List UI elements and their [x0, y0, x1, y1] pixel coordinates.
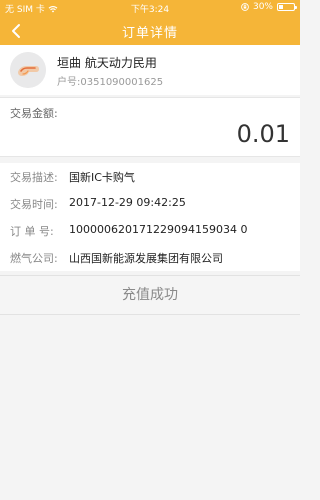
- page-title: 订单详情: [121, 26, 178, 41]
- detail-row-time: 交易时间: 2017-12-29 09:42:25: [0, 190, 300, 216]
- description-value: 国新IC卡购气: [69, 171, 135, 184]
- detail-row-order-number: 订 单 号: 100000620171229094159034 0: [0, 217, 300, 243]
- amount-section: 交易金额: 0.01: [0, 97, 300, 157]
- time-value: 2017-12-29 09:42:25: [69, 196, 186, 209]
- gas-flame-avatar-icon: [10, 52, 46, 88]
- amount-label: 交易金额:: [10, 107, 58, 120]
- battery-fill: [279, 5, 283, 9]
- order-number-value: 100000620171229094159034 0: [69, 223, 248, 236]
- battery-icon: [277, 3, 297, 11]
- time-label: 交易时间:: [10, 198, 58, 211]
- account-name: 垣曲 航天动力民用: [57, 56, 157, 70]
- battery-percent: 30%: [252, 2, 273, 12]
- account-number: 户号:0351090001625: [57, 77, 164, 88]
- recharge-success-button[interactable]: 充值成功: [0, 275, 300, 315]
- detail-row-description: 交易描述: 国新IC卡购气: [0, 163, 300, 189]
- gas-company-value: 山西国新能源发展集团有限公司: [69, 252, 223, 265]
- top-bar: 无 SIM 卡 下午3:24 30% 订单详情: [0, 0, 300, 45]
- amount-value: 0.01: [236, 120, 290, 148]
- description-label: 交易描述:: [10, 171, 58, 184]
- transaction-details: 交易描述: 国新IC卡购气 交易时间: 2017-12-29 09:42:25 …: [0, 163, 300, 271]
- orientation-lock-icon: [241, 3, 249, 11]
- order-number-label: 订 单 号:: [10, 225, 54, 238]
- nav-bar: 订单详情: [0, 16, 300, 45]
- status-bar: 无 SIM 卡 下午3:24 30%: [0, 0, 300, 16]
- order-detail-page: 无 SIM 卡 下午3:24 30% 订单详情 垣曲 航天动力民用 户号:035…: [0, 0, 300, 500]
- status-right: 30%: [241, 2, 297, 12]
- gas-company-label: 燃气公司:: [10, 252, 58, 265]
- detail-row-gas-company: 燃气公司: 山西国新能源发展集团有限公司: [0, 244, 300, 270]
- account-card: 垣曲 航天动力民用 户号:0351090001625: [0, 45, 300, 95]
